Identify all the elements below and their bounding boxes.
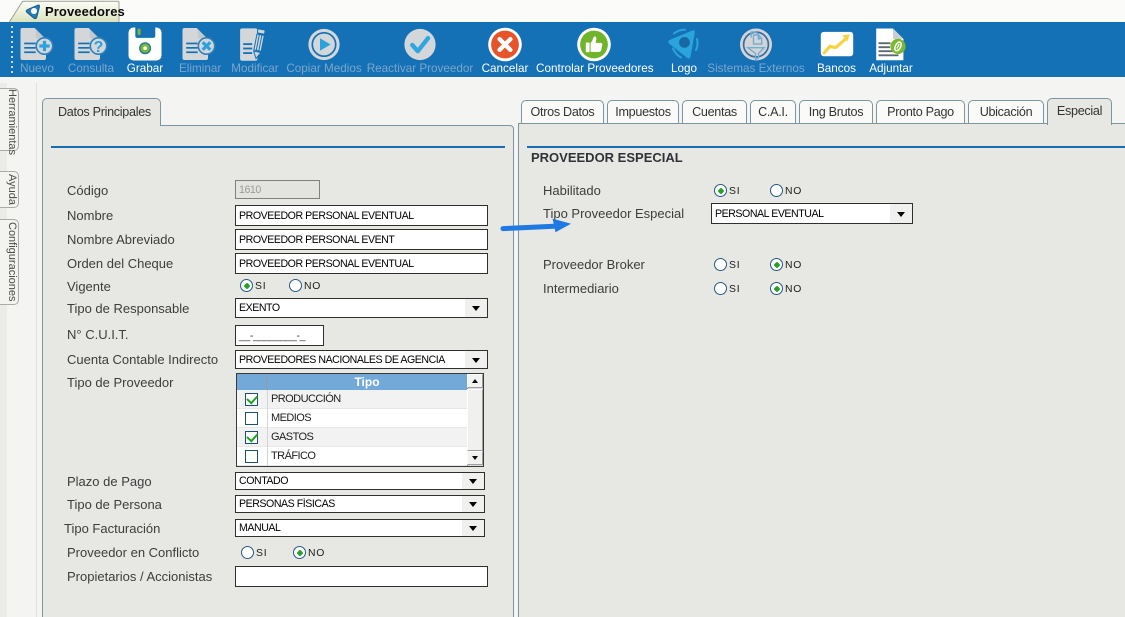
svg-text:?: ? (94, 39, 104, 56)
